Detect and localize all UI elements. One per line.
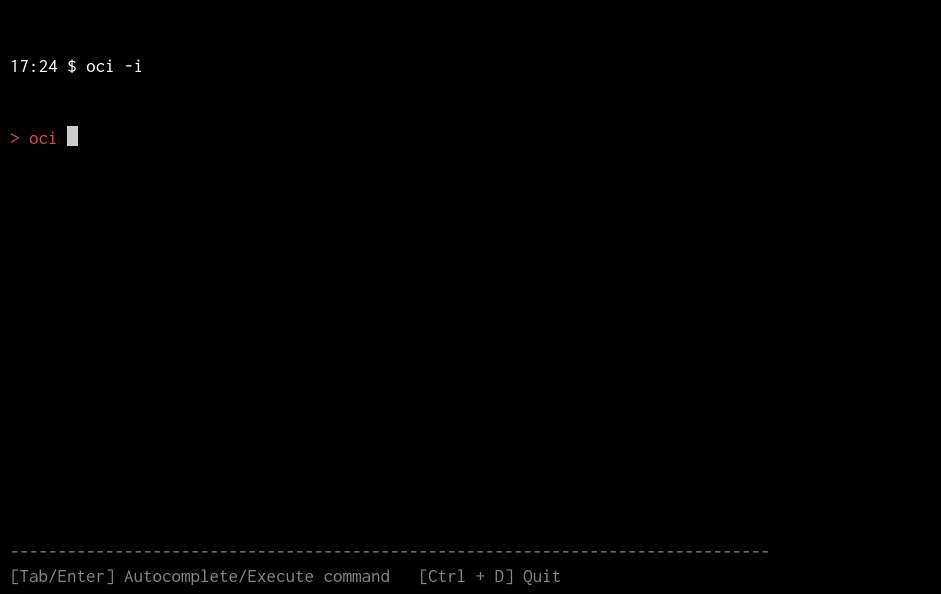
shell-prompt-line: 17:24 $ oci -i <box>10 54 931 78</box>
repl-input-line[interactable]: > oci <box>10 126 931 150</box>
status-bar: ----------------------------------------… <box>10 540 931 588</box>
terminal-output[interactable]: 17:24 $ oci -i > oci <box>10 6 931 174</box>
hint-ctrl-d-desc: Quit <box>523 566 561 586</box>
hint-ctrl-d-key: [Ctrl + D] <box>419 566 514 586</box>
executed-command: oci -i <box>86 56 143 76</box>
prompt-time: 17:24 <box>10 56 58 76</box>
hint-tab-enter-desc: Autocomplete/Execute command <box>124 566 390 586</box>
keybind-hints: [Tab/Enter] Autocomplete/Execute command… <box>10 564 931 588</box>
repl-prompt: > <box>10 128 20 148</box>
repl-input-text: oci <box>29 128 58 148</box>
prompt-symbol: $ <box>67 56 77 76</box>
cursor-icon <box>67 126 78 146</box>
separator-line: ----------------------------------------… <box>10 540 931 564</box>
hint-tab-enter-key: [Tab/Enter] <box>10 566 115 586</box>
